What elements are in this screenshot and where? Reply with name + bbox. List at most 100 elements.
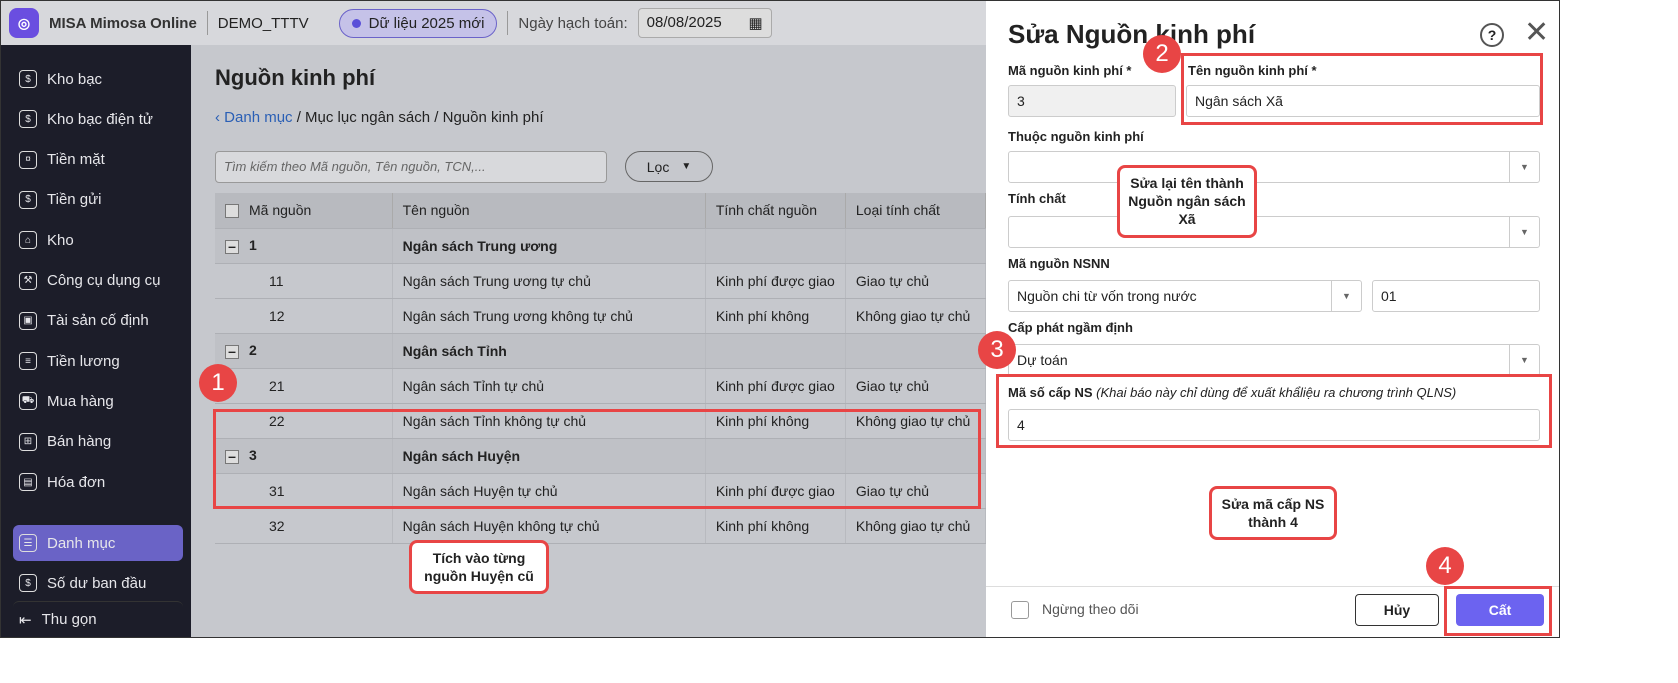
cell-property xyxy=(705,228,846,264)
sidebar-item[interactable]: ⚒ Công cụ dụng cụ xyxy=(13,263,183,299)
table-row[interactable]: –2 Ngân sách Tỉnh xyxy=(215,333,987,369)
annotation-box-name xyxy=(1181,53,1543,125)
cell-type xyxy=(845,228,987,264)
sidebar-icon: ⌂ xyxy=(19,231,37,250)
stop-follow-checkbox[interactable] xyxy=(1011,601,1029,619)
data-year-label: Dữ liệu 2025 mới xyxy=(368,14,485,32)
sidebar-item[interactable]: ¤ Tiền mặt xyxy=(13,142,183,178)
cell-name: Ngân sách Tỉnh tự chủ xyxy=(392,368,706,404)
table-row[interactable]: 12 Ngân sách Trung ương không tự chủ Kinh … xyxy=(215,298,987,334)
table-row[interactable]: 32 Ngân sách Huyện không tự chủ Kinh phí k… xyxy=(215,508,987,544)
sidebar-item[interactable]: ▣ Tài sản cố định xyxy=(13,303,183,339)
sidebar-item[interactable]: ⊞ Bán hàng xyxy=(13,424,183,460)
breadcrumb-rest: / Mục lục ngân sách / Nguồn kinh phí xyxy=(292,109,544,126)
sidebar-icon: ≡ xyxy=(19,352,37,371)
sidebar-item[interactable]: ☰ Danh mục xyxy=(13,525,183,561)
collapse-toggle-icon[interactable]: – xyxy=(225,344,239,359)
sidebar-icon: ⚒ xyxy=(19,271,37,290)
sidebar-item[interactable]: $ Kho bạc điện tử xyxy=(13,101,183,137)
column-header[interactable]: Loại tính chất xyxy=(845,193,987,229)
select-all-checkbox[interactable] xyxy=(225,204,239,219)
cell-type: Không giao tự chủ xyxy=(845,508,987,544)
cell-name: Ngân sách Trung ương xyxy=(392,228,706,264)
sidebar-item-label: Số dư ban đầu xyxy=(47,574,147,592)
dot-icon xyxy=(351,18,361,28)
allocation-label: Cấp phát ngầm định xyxy=(1008,320,1133,335)
sidebar-item-label: Kho xyxy=(47,231,74,249)
sidebar-item-label: Tiền mặt xyxy=(47,151,105,169)
collapse-toggle-icon[interactable]: – xyxy=(225,239,239,254)
help-icon[interactable]: ? xyxy=(1480,23,1504,47)
sidebar-icon: $ xyxy=(19,70,37,88)
nsnn-label: Mã nguồn NSNN xyxy=(1008,256,1110,271)
search-input[interactable]: Tìm kiếm theo Mã nguồn, Tên nguồn, TCN,.… xyxy=(215,151,607,183)
caret-down-icon[interactable]: ▼ xyxy=(1509,345,1539,375)
main-content: Nguồn kinh phí ‹ Danh mục / Mục lục ngân… xyxy=(191,45,987,637)
property-label: Tính chất xyxy=(1008,191,1066,206)
property-select[interactable]: ▼ xyxy=(1008,216,1540,248)
sidebar-item[interactable]: ⌂ Kho xyxy=(13,222,183,258)
brand-name: MISA Mimosa Online xyxy=(49,14,197,32)
caret-down-icon[interactable]: ▼ xyxy=(1331,281,1361,311)
code-input[interactable]: 3 xyxy=(1008,85,1176,117)
sidebar-item[interactable]: $ Tiền gửi xyxy=(13,182,183,218)
sidebar-item[interactable]: $ Kho bạc xyxy=(13,61,183,97)
sidebar-item-label: Công cụ dụng cụ xyxy=(47,272,161,289)
step-badge-1: 1 xyxy=(199,364,237,402)
column-header[interactable]: Tính chất nguồn xyxy=(705,193,846,229)
sidebar-item-label: Danh mục xyxy=(47,534,116,552)
cell-name: Ngân sách Trung ương không tự chủ xyxy=(392,298,706,334)
caret-down-icon[interactable]: ▼ xyxy=(1509,152,1539,182)
sidebar-item[interactable]: ▤ Hóa đơn xyxy=(13,464,183,500)
posting-date-value: 08/08/2025 xyxy=(646,14,722,31)
divider xyxy=(507,11,509,35)
collapse-button[interactable]: ⇤ Thu gọn xyxy=(13,601,183,637)
callout-select-old-sources: Tích vào từng nguồn Huyện cũ xyxy=(409,540,549,595)
parent-label: Thuộc nguồn kinh phí xyxy=(1008,129,1144,144)
sidebar-item[interactable]: ≡ Tiền lương xyxy=(13,343,183,379)
cancel-button[interactable]: Hủy xyxy=(1355,594,1439,626)
annotation-box-rows xyxy=(213,409,981,509)
app-window: ◎ MISA Mimosa Online DEMO_TTTV Dữ liệu 2… xyxy=(0,0,1560,638)
sidebar-item-label: Hóa đơn xyxy=(47,473,106,491)
sidebar-item-label: Kho bạc xyxy=(47,70,103,88)
sidebar-icon: ¤ xyxy=(19,150,37,169)
nsnn-code-input[interactable]: 01 xyxy=(1372,280,1540,312)
sidebar-item-label: Kho bạc điện tử xyxy=(47,110,153,128)
posting-date-input[interactable]: 08/08/2025 ▦ xyxy=(637,8,772,38)
sidebar-item[interactable]: ⛟ Mua hàng xyxy=(13,383,183,419)
tenant-name[interactable]: DEMO_TTTV xyxy=(218,15,309,32)
table-row[interactable]: 11 Ngân sách Trung ương tự chủ Kinh phí đư… xyxy=(215,263,987,299)
sidebar-icon: ☰ xyxy=(19,534,37,552)
sidebar-icon: $ xyxy=(19,110,37,129)
parent-select[interactable]: ▼ xyxy=(1008,151,1540,183)
calendar-icon[interactable]: ▦ xyxy=(748,14,762,32)
page-title: Nguồn kinh phí xyxy=(215,65,376,90)
allocation-select[interactable]: Dự toán ▼ xyxy=(1008,344,1540,376)
table-header-row: Mã nguồn Tên nguồn Tính chất nguồn Loại tín… xyxy=(215,193,987,229)
sidebar-icon: ▤ xyxy=(19,473,37,491)
collapse-icon: ⇤ xyxy=(19,611,32,629)
data-year-pill[interactable]: Dữ liệu 2025 mới xyxy=(338,8,498,38)
cell-type: Không giao tự chủ xyxy=(845,298,987,334)
sidebar-item[interactable]: $ Số dư ban đầu xyxy=(13,565,183,601)
breadcrumb-root-link[interactable]: ‹ Danh mục xyxy=(215,109,293,126)
cell-code: –1 xyxy=(215,228,393,264)
filter-button[interactable]: Lọc ▼ xyxy=(625,151,713,182)
sidebar-icon: $ xyxy=(19,190,37,209)
cell-type: Giao tự chủ xyxy=(845,263,987,299)
caret-down-icon: ▼ xyxy=(681,161,692,172)
nsnn-select[interactable]: Nguồn chi từ vốn trong nước ▼ xyxy=(1008,280,1362,312)
close-icon[interactable]: ✕ xyxy=(1524,15,1549,50)
caret-down-icon[interactable]: ▼ xyxy=(1509,217,1539,247)
table-row[interactable]: 21 Ngân sách Tỉnh tự chủ Kinh phí được gia… xyxy=(215,368,987,404)
column-header[interactable]: Mã nguồn xyxy=(215,193,393,229)
column-header[interactable]: Tên nguồn xyxy=(392,193,706,229)
table-row[interactable]: –1 Ngân sách Trung ương xyxy=(215,228,987,264)
cell-name: Ngân sách Huyện không tự chủ xyxy=(392,508,706,544)
sidebar-item-label: Tài sản cố định xyxy=(47,312,149,330)
sidebar-icon: ▣ xyxy=(19,311,37,330)
annotation-box-save xyxy=(1444,586,1552,636)
sidebar-item-label: Tiền lương xyxy=(47,352,120,370)
sidebar-icon: ⊞ xyxy=(19,432,37,451)
